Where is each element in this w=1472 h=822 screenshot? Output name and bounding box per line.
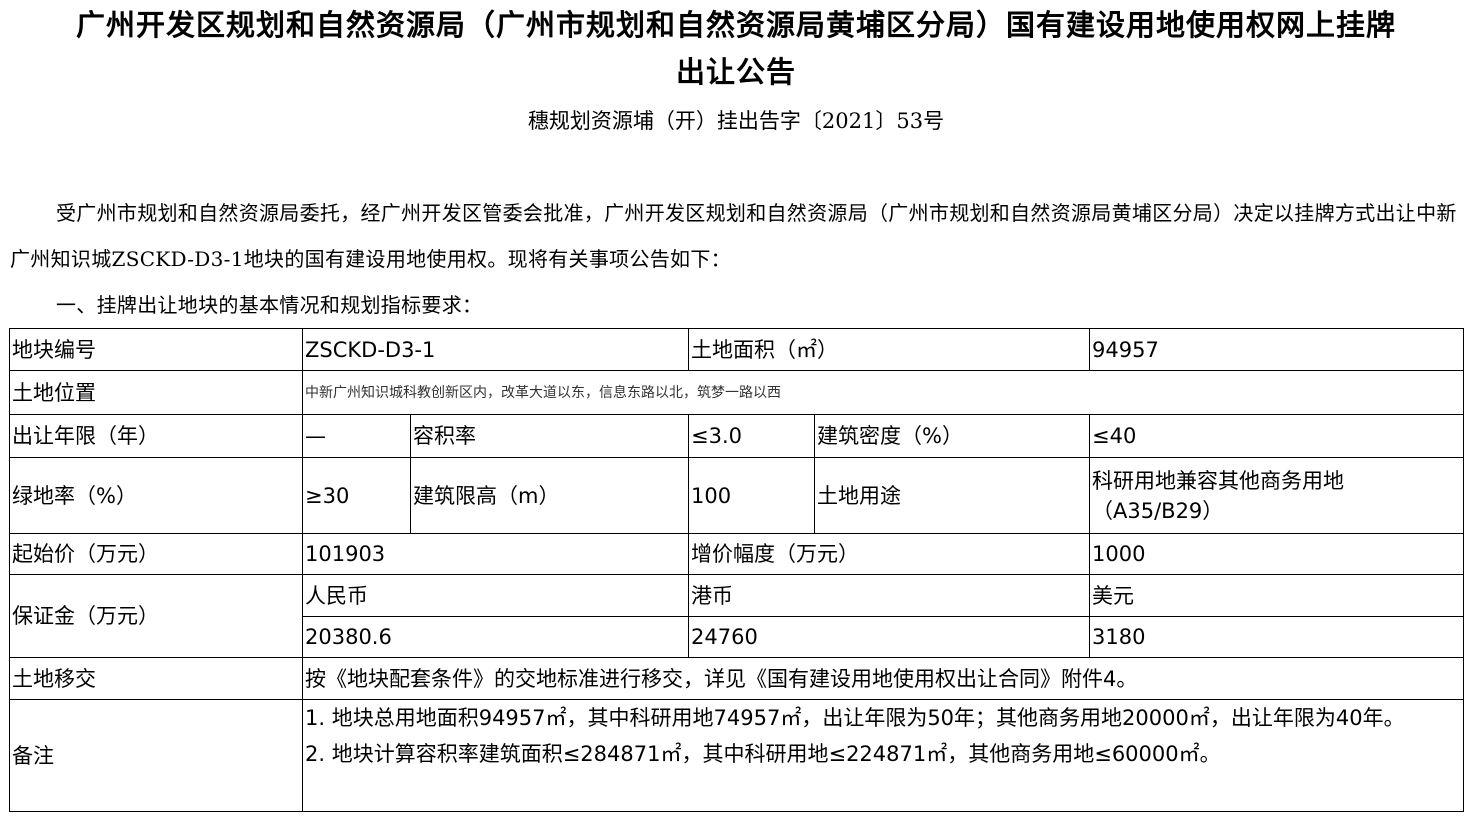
height-limit-label: 建筑限高（m） bbox=[410, 457, 689, 534]
document-number: 穗规划资源埔（开）挂出告字〔2021〕53号 bbox=[527, 109, 945, 133]
green-ratio-label: 绿地率（%） bbox=[9, 457, 303, 534]
announcement-title-continued: 出让公告 bbox=[675, 55, 796, 89]
notes-value: 1. 地块总用地面积94957㎡，其中科研用地74957㎡，出让年限为50年；其… bbox=[302, 699, 1464, 812]
deposit-amount-usd: 3180 bbox=[1089, 616, 1464, 658]
table-row: 土地移交 按《地块配套条件》的交地标准进行移交，详见《国有建设用地使用权出让合同… bbox=[9, 657, 1464, 700]
deposit-amount-rmb: 20380.6 bbox=[302, 616, 689, 658]
note-item: 1. 地块总用地面积94957㎡，其中科研用地74957㎡，出让年限为50年；其… bbox=[305, 706, 1405, 730]
table-row: 起始价（万元） 101903 增价幅度（万元） 1000 bbox=[9, 533, 1464, 575]
increment-value: 1000 bbox=[1089, 533, 1464, 575]
table-row: 出让年限（年） — 容积率 ≤3.0 建筑密度（%） ≤40 bbox=[9, 414, 1464, 458]
table-row: 土地位置 中新广州知识城科教创新区内，改革大道以东，信息东路以北，筑梦一路以西 bbox=[9, 370, 1464, 415]
increment-label: 增价幅度（万元） bbox=[688, 533, 1090, 575]
table-row: 备注 1. 地块总用地面积94957㎡，其中科研用地74957㎡，出让年限为50… bbox=[9, 699, 1464, 812]
green-ratio-value: ≥30 bbox=[302, 457, 411, 534]
parcel-code-value: ZSCKD-D3-1 bbox=[302, 328, 689, 371]
deposit-currency-rmb: 人民币 bbox=[302, 574, 689, 617]
section-heading: 一、挂牌出让地块的基本情况和规划指标要求： bbox=[56, 293, 483, 317]
deposit-label: 保证金（万元） bbox=[9, 574, 303, 658]
location-label: 土地位置 bbox=[9, 370, 303, 415]
table-row: 地块编号 ZSCKD-D3-1 土地面积（㎡） 94957 bbox=[9, 328, 1464, 371]
land-use-value: 科研用地兼容其他商务用地 （A35/B29） bbox=[1089, 457, 1464, 534]
land-area-value: 94957 bbox=[1089, 328, 1464, 371]
parcel-info-table: 地块编号 ZSCKD-D3-1 土地面积（㎡） 94957 土地位置 中新广州知… bbox=[9, 328, 1464, 812]
start-price-label: 起始价（万元） bbox=[9, 533, 303, 575]
location-value: 中新广州知识城科教创新区内，改革大道以东，信息东路以北，筑梦一路以西 bbox=[302, 370, 1464, 415]
table-row: 保证金（万元） 人民币 港币 美元 bbox=[9, 574, 1464, 658]
deposit-currency-hkd: 港币 bbox=[688, 574, 1090, 617]
land-area-label: 土地面积（㎡） bbox=[688, 328, 1090, 371]
parcel-code-label: 地块编号 bbox=[9, 328, 303, 371]
far-label: 容积率 bbox=[410, 414, 689, 458]
announcement-title: 广州开发区规划和自然资源局（广州市规划和自然资源局黄埔区分局）国有建设用地使用权… bbox=[75, 8, 1396, 42]
density-value: ≤40 bbox=[1089, 414, 1464, 458]
handover-value: 按《地块配套条件》的交地标准进行移交，详见《国有建设用地使用权出让合同》附件4。 bbox=[302, 657, 1464, 700]
height-limit-value: 100 bbox=[688, 457, 815, 534]
handover-label: 土地移交 bbox=[9, 657, 303, 700]
land-use-line: 科研用地兼容其他商务用地 bbox=[1092, 468, 1344, 493]
far-value: ≤3.0 bbox=[688, 414, 815, 458]
deposit-amount-hkd: 24760 bbox=[688, 616, 1090, 658]
table-row: 绿地率（%） ≥30 建筑限高（m） 100 土地用途 科研用地兼容其他商务用地… bbox=[9, 457, 1464, 534]
deposit-currency-usd: 美元 bbox=[1089, 574, 1464, 617]
note-item: 2. 地块计算容积率建筑面积≤284871㎡，其中科研用地≤224871㎡，其他… bbox=[305, 742, 1221, 766]
intro-paragraph: 受广州市规划和自然资源局委托，经广州开发区管委会批准，广州开发区规划和自然资源局… bbox=[10, 201, 1457, 271]
land-use-code: （A35/B29） bbox=[1092, 498, 1224, 523]
term-value: — bbox=[302, 414, 411, 458]
term-label: 出让年限（年） bbox=[9, 414, 303, 458]
land-use-label: 土地用途 bbox=[814, 457, 1090, 534]
density-label: 建筑密度（%） bbox=[814, 414, 1090, 458]
start-price-value: 101903 bbox=[302, 533, 689, 575]
notes-label: 备注 bbox=[9, 699, 303, 812]
